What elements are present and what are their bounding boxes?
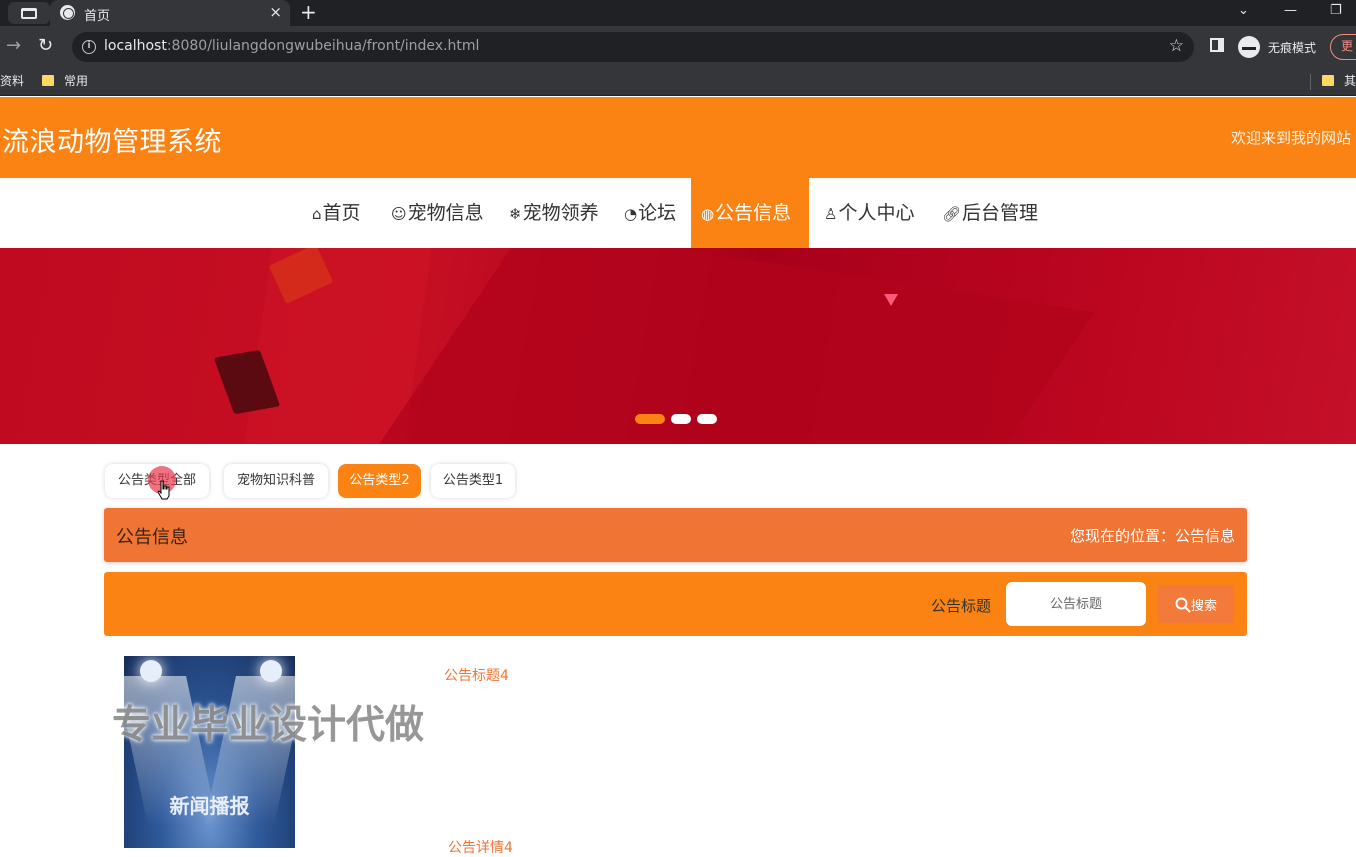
search-button[interactable]: 搜索 bbox=[1158, 585, 1234, 623]
news-detail[interactable]: 公告详情4 bbox=[448, 837, 513, 857]
folder-icon bbox=[42, 75, 54, 86]
bookmarks-divider bbox=[1310, 74, 1311, 90]
nav-item-pet-info[interactable]: ☺宠物信息 bbox=[381, 178, 494, 248]
tab-search-icon[interactable] bbox=[8, 2, 50, 24]
minimize-icon[interactable]: — bbox=[1284, 3, 1297, 18]
search-icon bbox=[1175, 597, 1191, 613]
welcome-text: 欢迎来到我的网站 bbox=[1231, 129, 1352, 147]
site-info-icon[interactable]: i bbox=[82, 40, 96, 54]
gauge-icon: ◔ bbox=[624, 205, 638, 223]
update-button[interactable]: 更 bbox=[1330, 34, 1356, 60]
reload-icon[interactable]: ↻ bbox=[38, 35, 53, 56]
side-panel-icon[interactable] bbox=[1210, 38, 1224, 52]
carousel-dot-2[interactable] bbox=[671, 414, 691, 424]
watermark-overlay: 专业毕业设计代做 bbox=[112, 703, 425, 748]
spotlight-lamp bbox=[260, 660, 282, 682]
restore-icon[interactable]: ❐ bbox=[1330, 3, 1342, 18]
tab-close-icon[interactable]: × bbox=[269, 3, 282, 21]
snowflake-icon: ❄ bbox=[509, 205, 522, 223]
home-icon: ⌂ bbox=[312, 205, 322, 223]
globe-icon bbox=[60, 5, 75, 20]
category-tab-type1[interactable]: 公告类型1 bbox=[431, 464, 515, 498]
nav-item-home[interactable]: ⌂首页 bbox=[302, 178, 371, 248]
address-bar[interactable]: i localhost:8080/liulangdongwubeihua/fro… bbox=[72, 32, 1194, 62]
search-input[interactable] bbox=[1006, 582, 1146, 626]
bookmarks-bar: 资料 常用 其 bbox=[0, 68, 1356, 96]
browser-toolbar: → ↻ i localhost:8080/liulangdongwubeihua… bbox=[0, 26, 1356, 68]
page-title: 公告信息 bbox=[116, 527, 188, 548]
site-title: 流浪动物管理系统 bbox=[2, 127, 222, 158]
incognito-icon bbox=[1238, 36, 1260, 58]
banner-decoration bbox=[366, 248, 1094, 444]
tab-title: 首页 bbox=[84, 9, 111, 24]
tab-list-chevron-icon[interactable]: ⌄ bbox=[1238, 3, 1249, 18]
spotlight-lamp bbox=[140, 660, 162, 682]
new-tab-button[interactable]: + bbox=[300, 0, 317, 24]
forward-icon[interactable]: → bbox=[6, 35, 21, 56]
carousel-dot-1[interactable] bbox=[635, 414, 665, 424]
nav-item-adoption[interactable]: ❄宠物领养 bbox=[499, 178, 609, 248]
banner-sparkle bbox=[884, 294, 898, 306]
globe-icon: ◍ bbox=[701, 205, 715, 223]
pet-face-icon: ☺ bbox=[391, 205, 407, 223]
thumbnail-caption: 新闻播报 bbox=[169, 794, 250, 818]
bookmark-item[interactable]: 资料 bbox=[0, 72, 24, 89]
list-item[interactable]: 新闻播报 公告标题4 公告详情4 bbox=[124, 656, 1124, 856]
bookmark-folder-other[interactable]: 其 bbox=[1322, 72, 1356, 89]
nav-item-profile[interactable]: ♙个人中心 bbox=[814, 178, 924, 248]
browser-tab[interactable]: 首页 × bbox=[50, 0, 290, 26]
browser-tabstrip: 首页 × + ⌄ — ❐ bbox=[0, 0, 1356, 26]
carousel-dot-3[interactable] bbox=[697, 414, 717, 424]
category-tab-pet-knowledge[interactable]: 宠物知识科普 bbox=[224, 464, 328, 498]
main-nav: ⌂首页 ☺宠物信息 ❄宠物领养 ◔论坛 ◍公告信息 ♙个人中心 🔗︎后台管理 bbox=[0, 178, 1356, 248]
nav-item-admin[interactable]: 🔗︎后台管理 bbox=[932, 178, 1048, 248]
incognito-label: 无痕模式 bbox=[1268, 41, 1317, 55]
folder-icon bbox=[1322, 75, 1334, 86]
category-tab-type2[interactable]: 公告类型2 bbox=[338, 464, 421, 498]
search-label: 公告标题 bbox=[931, 597, 992, 615]
category-tab-all[interactable]: 公告类型全部 bbox=[105, 464, 209, 498]
site-header: 流浪动物管理系统 欢迎来到我的网站 bbox=[0, 97, 1356, 178]
bookmark-star-icon[interactable]: ☆ bbox=[1169, 36, 1184, 56]
nav-item-announcements[interactable]: ◍公告信息 bbox=[691, 178, 809, 248]
search-button-label: 搜索 bbox=[1190, 598, 1217, 614]
link-icon: 🔗︎ bbox=[942, 205, 962, 223]
breadcrumb: 公告信息 您现在的位置：公告信息 bbox=[104, 508, 1247, 562]
user-icon: ♙ bbox=[824, 205, 838, 223]
news-title[interactable]: 公告标题4 bbox=[444, 665, 509, 685]
breadcrumb-location: 您现在的位置：公告信息 bbox=[1069, 527, 1235, 545]
incognito-indicator[interactable]: 无痕模式 bbox=[1238, 34, 1326, 60]
search-bar: 公告标题 搜索 bbox=[104, 572, 1247, 636]
bookmark-folder[interactable]: 常用 bbox=[42, 72, 88, 89]
url-text[interactable]: localhost:8080/liulangdongwubeihua/front… bbox=[104, 38, 479, 54]
news-thumbnail[interactable]: 新闻播报 bbox=[124, 656, 295, 848]
nav-item-forum[interactable]: ◔论坛 bbox=[614, 178, 686, 248]
